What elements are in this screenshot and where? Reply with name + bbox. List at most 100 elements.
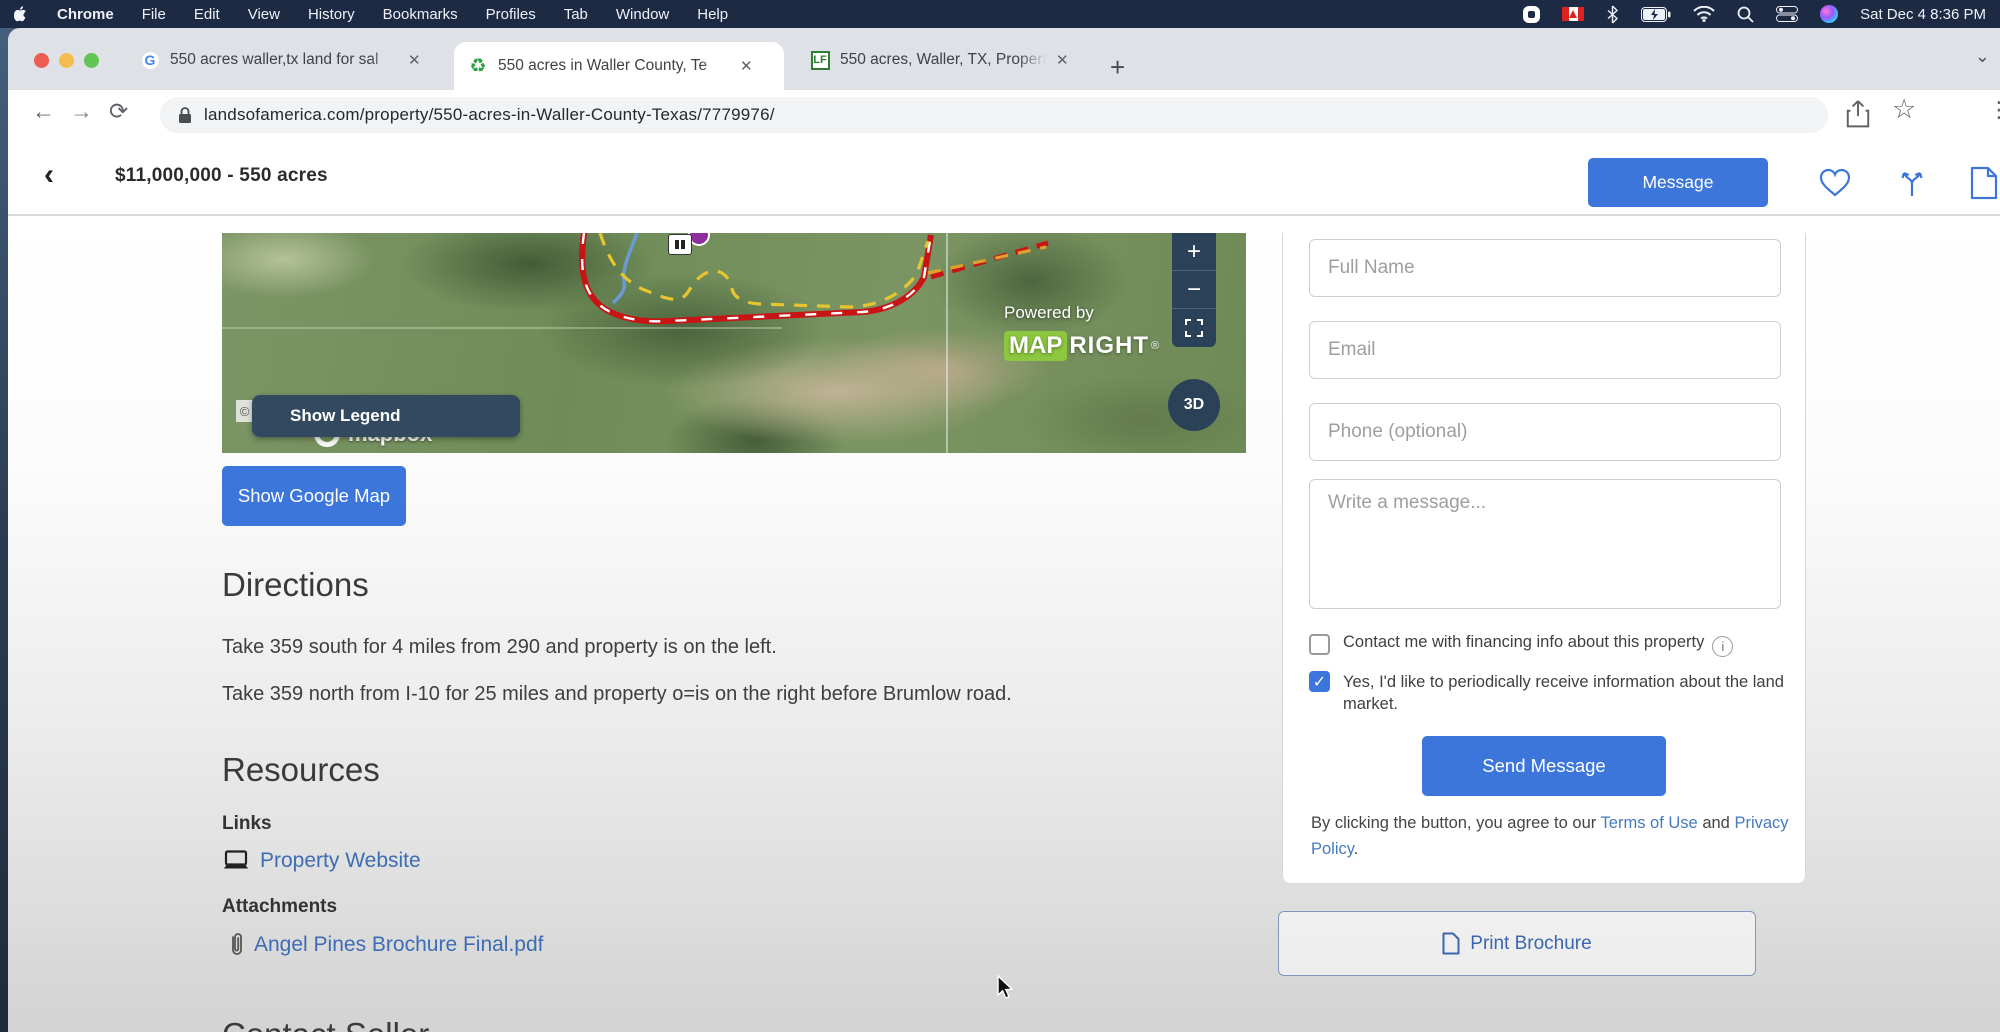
property-website-link[interactable]: Property Website	[260, 849, 421, 873]
financing-checkbox-row[interactable]: Contact me with financing info about thi…	[1309, 631, 1733, 657]
phone-input[interactable]	[1309, 403, 1781, 461]
laptop-icon	[222, 850, 250, 872]
property-website-row[interactable]: Property Website	[222, 849, 421, 873]
padlock-icon	[178, 106, 192, 124]
attachment-row[interactable]: Angel Pines Brochure Final.pdf	[230, 932, 544, 958]
financing-checkbox[interactable]	[1309, 634, 1330, 655]
browser-toolbar: ← → ⟳ landsofamerica.com/property/550-ac…	[8, 90, 2000, 140]
subscribe-checkbox-row[interactable]: ✓ Yes, I'd like to periodically receive …	[1309, 671, 1791, 716]
info-icon[interactable]: i	[1712, 636, 1733, 657]
siri-icon[interactable]	[1820, 5, 1838, 23]
print-brochure-button[interactable]: Print Brochure	[1278, 911, 1756, 976]
menu-item-history[interactable]: History	[308, 6, 355, 23]
property-map[interactable]: © mapbox Show Legend Powered by MAP RIGH…	[222, 233, 1246, 453]
reload-button[interactable]: ⟳	[109, 98, 128, 125]
menu-item-bookmarks[interactable]: Bookmarks	[383, 6, 458, 23]
map-zoom-in-button[interactable]: +	[1172, 233, 1216, 271]
apple-menu-icon[interactable]	[14, 6, 29, 23]
map-copyright[interactable]: ©	[236, 400, 253, 422]
print-brochure-label: Print Brochure	[1470, 933, 1591, 955]
creek-line	[613, 233, 637, 303]
boundary-red	[582, 233, 931, 321]
menu-item-tab[interactable]: Tab	[564, 6, 588, 23]
tab-active-listing[interactable]: ♻ 550 acres in Waller County, Te ✕	[454, 42, 784, 90]
tab-title: 550 acres in Waller County, Te	[498, 57, 730, 75]
mapright-logo: MAP RIGHT ®	[1004, 331, 1159, 361]
menu-item-profiles[interactable]: Profiles	[486, 6, 536, 23]
window-close-button[interactable]	[34, 53, 49, 68]
share-icon[interactable]	[1846, 100, 1870, 128]
browser-menu-icon[interactable]: ⋮	[1988, 97, 2000, 123]
menu-bar-status-area: Sat Dec 4 8:36 PM	[1523, 0, 1986, 28]
bookmark-star-icon[interactable]: ☆	[1892, 94, 1916, 125]
mapright-map: MAP	[1004, 331, 1067, 361]
contact-seller-title: Contact Seller	[222, 1016, 429, 1032]
battery-icon[interactable]	[1641, 7, 1671, 22]
screen-recording-icon[interactable]	[1523, 6, 1540, 23]
show-legend-button[interactable]: Show Legend	[252, 395, 520, 437]
message-textarea[interactable]	[1309, 479, 1781, 609]
apple-logo-icon	[14, 6, 29, 23]
map-zoom-out-button[interactable]: −	[1172, 271, 1216, 309]
back-button[interactable]: ←	[32, 98, 55, 125]
menu-bar-clock[interactable]: Sat Dec 4 8:36 PM	[1860, 6, 1986, 23]
address-bar[interactable]: landsofamerica.com/property/550-acres-in…	[160, 97, 1828, 133]
map-marker-icon[interactable]	[668, 234, 692, 255]
terms-of-use-link[interactable]: Terms of Use	[1601, 814, 1698, 832]
spotlight-search-icon[interactable]	[1737, 6, 1754, 23]
attachments-label: Attachments	[222, 896, 337, 918]
window-zoom-button[interactable]	[84, 53, 99, 68]
page-content: © mapbox Show Legend Powered by MAP RIGH…	[8, 216, 2000, 1032]
menu-item-chrome[interactable]: Chrome	[57, 6, 114, 23]
map-3d-button[interactable]: 3D	[1168, 379, 1220, 431]
menu-item-view[interactable]: View	[248, 6, 280, 23]
tab-google-search[interactable]: G 550 acres waller,tx land for sal ✕	[126, 40, 448, 80]
full-name-input[interactable]	[1309, 239, 1781, 297]
send-message-button[interactable]: Send Message	[1422, 736, 1666, 796]
map-zoom-controls: + −	[1172, 233, 1216, 347]
disclaimer-text: By clicking the button, you agree to our…	[1311, 811, 1791, 862]
attachment-link[interactable]: Angel Pines Brochure Final.pdf	[254, 933, 544, 957]
menu-item-window[interactable]: Window	[616, 6, 669, 23]
forward-button[interactable]: →	[70, 98, 93, 125]
landsofamerica-favicon: ♻	[468, 56, 488, 76]
fullscreen-icon	[1184, 318, 1204, 338]
document-icon[interactable]	[1970, 166, 1998, 200]
favorite-heart-icon[interactable]	[1818, 168, 1852, 198]
share-listing-icon[interactable]	[1896, 167, 1928, 199]
mapright-right: RIGHT	[1069, 332, 1149, 360]
menu-item-edit[interactable]: Edit	[194, 6, 220, 23]
listing-header: ‹ $11,000,000 - 550 acres Message	[8, 140, 2000, 215]
tab-landsfarm-listing[interactable]: LF 550 acres, Waller, TX, Propert ✕	[796, 40, 1096, 80]
tab-title: 550 acres, Waller, TX, Propert	[840, 51, 1046, 69]
tab-close-icon[interactable]: ✕	[408, 51, 421, 69]
control-center-icon[interactable]	[1776, 6, 1798, 22]
wifi-icon[interactable]	[1693, 6, 1715, 22]
new-tab-button[interactable]: +	[1110, 52, 1125, 83]
canada-flag-icon[interactable]	[1562, 7, 1584, 21]
subscribe-label: Yes, I'd like to periodically receive in…	[1343, 671, 1791, 716]
mapright-reg: ®	[1151, 340, 1159, 352]
tab-strip-chevron-icon[interactable]: ⌄	[1975, 46, 1990, 67]
message-button[interactable]: Message	[1588, 158, 1768, 207]
tab-title: 550 acres waller,tx land for sal	[170, 51, 398, 69]
listing-back-button[interactable]: ‹	[44, 158, 54, 192]
menu-item-file[interactable]: File	[142, 6, 166, 23]
resources-title: Resources	[222, 751, 380, 789]
google-favicon: G	[140, 50, 160, 70]
show-google-map-button[interactable]: Show Google Map	[222, 466, 406, 526]
email-input[interactable]	[1309, 321, 1781, 379]
tab-close-icon[interactable]: ✕	[740, 57, 753, 75]
mouse-cursor	[996, 975, 1018, 1001]
tab-close-icon[interactable]: ✕	[1056, 51, 1069, 69]
subscribe-checkbox[interactable]: ✓	[1309, 671, 1330, 692]
url-text: landsofamerica.com/property/550-acres-in…	[204, 105, 775, 125]
boundary-red-segment	[931, 243, 1048, 277]
bluetooth-icon[interactable]	[1606, 5, 1619, 24]
tab-strip: G 550 acres waller,tx land for sal ✕ ♻ 5…	[8, 28, 2000, 90]
contact-form-card: Contact me with financing info about thi…	[1282, 233, 1806, 884]
window-minimize-button[interactable]	[59, 53, 74, 68]
map-fullscreen-button[interactable]	[1172, 309, 1216, 347]
paperclip-icon	[230, 932, 244, 958]
menu-item-help[interactable]: Help	[697, 6, 728, 23]
